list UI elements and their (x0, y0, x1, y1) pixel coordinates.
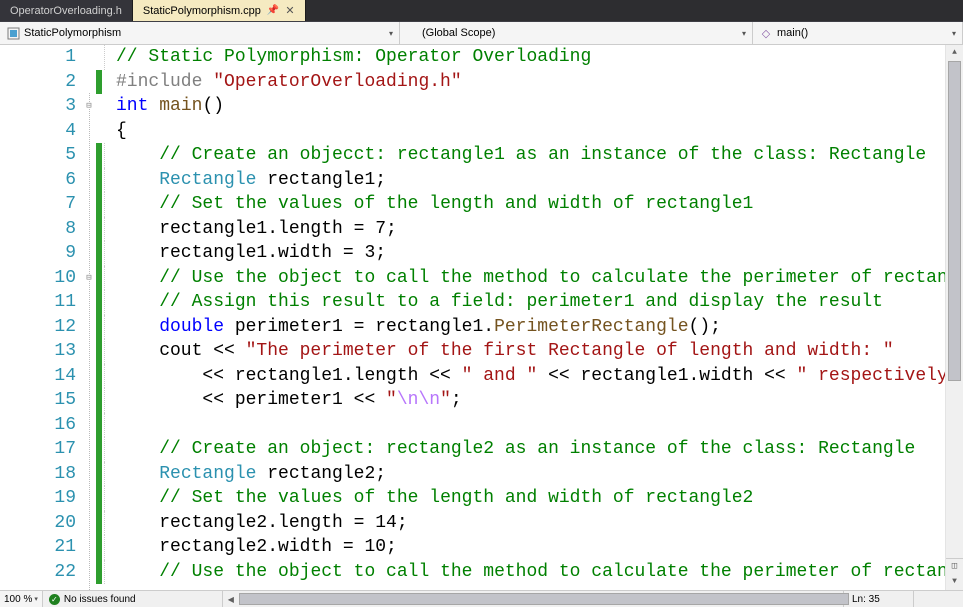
chevron-down-icon: ▾ (389, 29, 393, 38)
chevron-down-icon: ▾ (34, 595, 38, 603)
scrollbar-thumb[interactable] (948, 61, 961, 381)
scrollbar-track[interactable] (239, 591, 827, 607)
scope-project-dropdown[interactable]: StaticPolymorphism ▾ (0, 22, 400, 44)
issues-indicator[interactable]: ✓ No issues found (43, 591, 223, 607)
project-icon (6, 26, 20, 40)
scrollbar-track[interactable] (946, 61, 963, 558)
code-editor[interactable]: 12345678910111213141516171819202122 ⊟⊟ /… (0, 45, 963, 590)
line-indicator[interactable]: Ln: 35 (843, 591, 913, 607)
issues-label: No issues found (64, 594, 136, 605)
line-number-gutter: 12345678910111213141516171819202122 (0, 45, 82, 590)
split-view-icon[interactable]: ◫ (946, 558, 963, 574)
close-icon[interactable]: ✕ (285, 4, 294, 17)
chevron-down-icon: ▾ (952, 29, 956, 38)
fold-column[interactable]: ⊟⊟ (82, 45, 96, 590)
scope-function-label: main() (777, 27, 808, 39)
horizontal-scrollbar[interactable]: ◀ ▶ (223, 591, 843, 607)
indent-guide-column (102, 45, 108, 590)
zoom-dropdown[interactable]: 100 % ▾ (0, 591, 43, 607)
scroll-left-arrow-icon[interactable]: ◀ (223, 595, 239, 604)
pin-icon[interactable]: 📌 (267, 5, 279, 16)
scope-global-dropdown[interactable]: (Global Scope) ▾ (400, 22, 753, 44)
scope-project-label: StaticPolymorphism (24, 27, 121, 39)
method-icon: ◇ (759, 26, 773, 40)
editor-footer: 100 % ▾ ✓ No issues found ◀ ▶ Ln: 35 (0, 590, 963, 607)
line-label: Ln: 35 (852, 594, 880, 605)
navigation-bar: StaticPolymorphism ▾ (Global Scope) ▾ ◇ … (0, 22, 963, 45)
check-icon: ✓ (49, 594, 60, 605)
scroll-up-arrow-icon[interactable]: ▲ (946, 45, 963, 61)
scrollbar-thumb[interactable] (239, 593, 849, 605)
tab-label: OperatorOverloading.h (10, 5, 122, 17)
chevron-down-icon: ▾ (742, 29, 746, 38)
code-content[interactable]: // Static Polymorphism: Operator Overloa… (108, 45, 945, 590)
vertical-scrollbar[interactable]: ▲ ◫ ▼ (945, 45, 963, 590)
scope-global-label: (Global Scope) (406, 27, 495, 39)
scope-function-dropdown[interactable]: ◇ main() ▾ (753, 22, 963, 44)
tab-bar: OperatorOverloading.h StaticPolymorphism… (0, 0, 963, 22)
tab-static-polymorphism[interactable]: StaticPolymorphism.cpp 📌 ✕ (133, 0, 306, 21)
scroll-down-arrow-icon[interactable]: ▼ (946, 574, 963, 590)
zoom-value: 100 % (4, 594, 32, 605)
tab-label: StaticPolymorphism.cpp (143, 5, 261, 17)
char-indicator[interactable] (913, 591, 963, 607)
tab-operator-overloading[interactable]: OperatorOverloading.h (0, 0, 133, 21)
